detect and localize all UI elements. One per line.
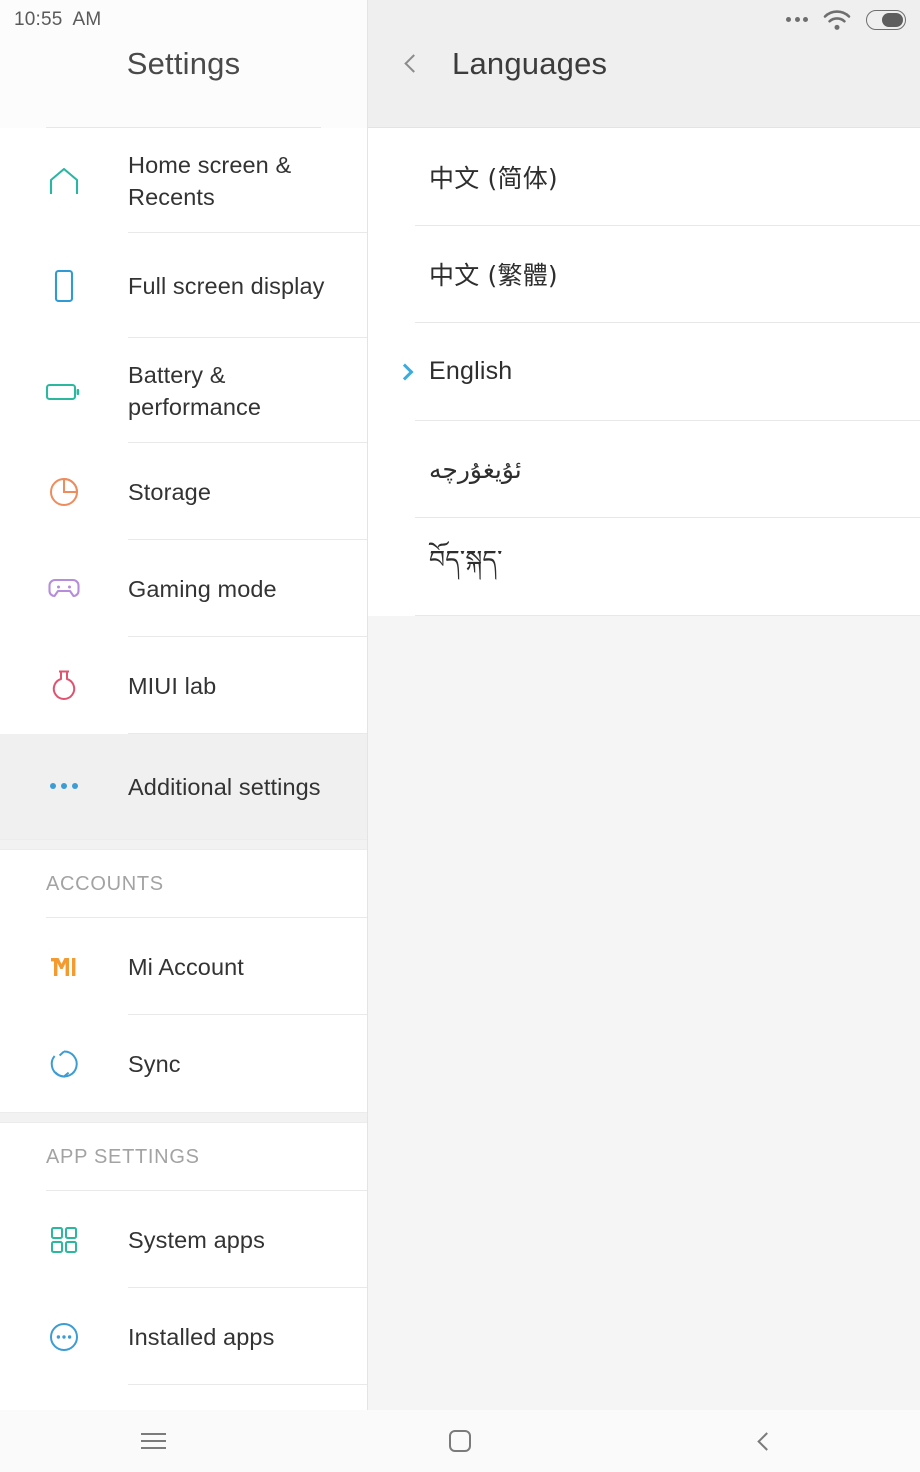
sidebar-item-label: Storage [128, 478, 212, 505]
settings-sidebar[interactable]: Settings Home screen & Recents Full scre… [0, 0, 368, 1410]
language-name: English [429, 357, 513, 386]
page-title: Settings [126, 46, 241, 81]
languages-panel: Languages 中文 (简体) 中文 (繁體) English ئۇيغۇر… [368, 0, 920, 1410]
menu-button[interactable] [0, 1410, 307, 1472]
language-name: 中文 (繁體) [429, 261, 558, 291]
section-header-app-settings: APP SETTINGS [0, 1123, 367, 1191]
language-list[interactable]: 中文 (简体) 中文 (繁體) English ئۇيغۇرچە བོད་སྐད… [368, 128, 920, 616]
sidebar-item-installed-apps[interactable]: Installed apps [0, 1288, 367, 1385]
app-grid-icon [0, 1225, 128, 1255]
sidebar-item-sync[interactable]: Sync [0, 1015, 367, 1112]
phone-icon [0, 269, 128, 303]
settings-screen: 10:55 AM Settings Home screen & Recents … [0, 0, 920, 1472]
sidebar-item-additional-settings[interactable]: Additional settings [0, 734, 367, 839]
pie-chart-icon [0, 476, 128, 508]
list-item[interactable]: ئۇيغۇرچە [368, 420, 920, 518]
gamepad-icon [0, 575, 128, 603]
sidebar-item-storage[interactable]: Storage [0, 443, 367, 540]
flask-icon [0, 668, 128, 704]
sidebar-item-home-screen-recents[interactable]: Home screen & Recents [0, 128, 367, 233]
list-item[interactable]: བོད་སྐད་ [368, 518, 920, 616]
sidebar-item-miui-lab[interactable]: MIUI lab [0, 637, 367, 734]
sidebar-item-gaming-mode[interactable]: Gaming mode [0, 540, 367, 637]
panel-header: Languages [368, 0, 920, 128]
dots-circle-icon [0, 1321, 128, 1353]
sidebar-item-system-apps[interactable]: System apps [0, 1191, 367, 1288]
sidebar-item-label: Full screen display [128, 272, 325, 299]
square-icon [449, 1430, 471, 1452]
sidebar-item-mi-account[interactable]: Mi Account [0, 918, 367, 1015]
section-gap [0, 1112, 367, 1123]
language-name: 中文 (简体) [429, 163, 558, 193]
chevron-left-icon[interactable] [390, 41, 436, 87]
language-name: བོད་སྐད་ [429, 545, 503, 575]
hamburger-icon [140, 1433, 166, 1449]
list-item[interactable]: 中文 (简体) [368, 128, 920, 226]
section-header-label: APP SETTINGS [46, 1145, 200, 1168]
content-split: Settings Home screen & Recents Full scre… [0, 0, 920, 1410]
sidebar-header: Settings [0, 0, 367, 128]
list-item[interactable]: 中文 (繁體) [368, 225, 920, 323]
sidebar-item-label: Home screen & Recents [128, 151, 292, 210]
system-navigation-bar [0, 1410, 920, 1472]
home-button[interactable] [307, 1410, 614, 1472]
panel-title: Languages [452, 45, 608, 81]
sidebar-item-label: Gaming mode [128, 575, 277, 602]
mi-logo-icon [0, 954, 128, 980]
language-name: ئۇيغۇرچە [429, 454, 522, 484]
section-gap [0, 839, 367, 850]
chevron-right-icon [381, 363, 429, 381]
home-icon [0, 166, 128, 196]
sidebar-item-label: System apps [128, 1226, 265, 1253]
battery-outline-icon [0, 379, 128, 403]
sync-icon [0, 1048, 128, 1080]
sidebar-item-full-screen-display[interactable]: Full screen display [0, 233, 367, 338]
panel-empty-area [368, 615, 920, 1410]
sidebar-item-label: MIUI lab [128, 672, 217, 699]
sidebar-item-label: Sync [128, 1050, 181, 1077]
sidebar-item-label: Installed apps [128, 1323, 275, 1350]
sidebar-item-label: Battery & performance [128, 361, 262, 420]
sidebar-item-battery-performance[interactable]: Battery & performance [0, 338, 367, 443]
sidebar-item-label: Mi Account [128, 953, 244, 980]
section-header-label: ACCOUNTS [46, 872, 164, 895]
list-item-selected[interactable]: English [368, 323, 920, 421]
sidebar-item-label: Additional settings [128, 773, 321, 800]
chevron-left-icon [757, 1431, 776, 1451]
section-header-accounts: ACCOUNTS [0, 850, 367, 918]
divider [128, 1384, 367, 1385]
divider [415, 614, 920, 616]
more-dots-icon [0, 783, 128, 790]
back-button[interactable] [613, 1410, 920, 1472]
